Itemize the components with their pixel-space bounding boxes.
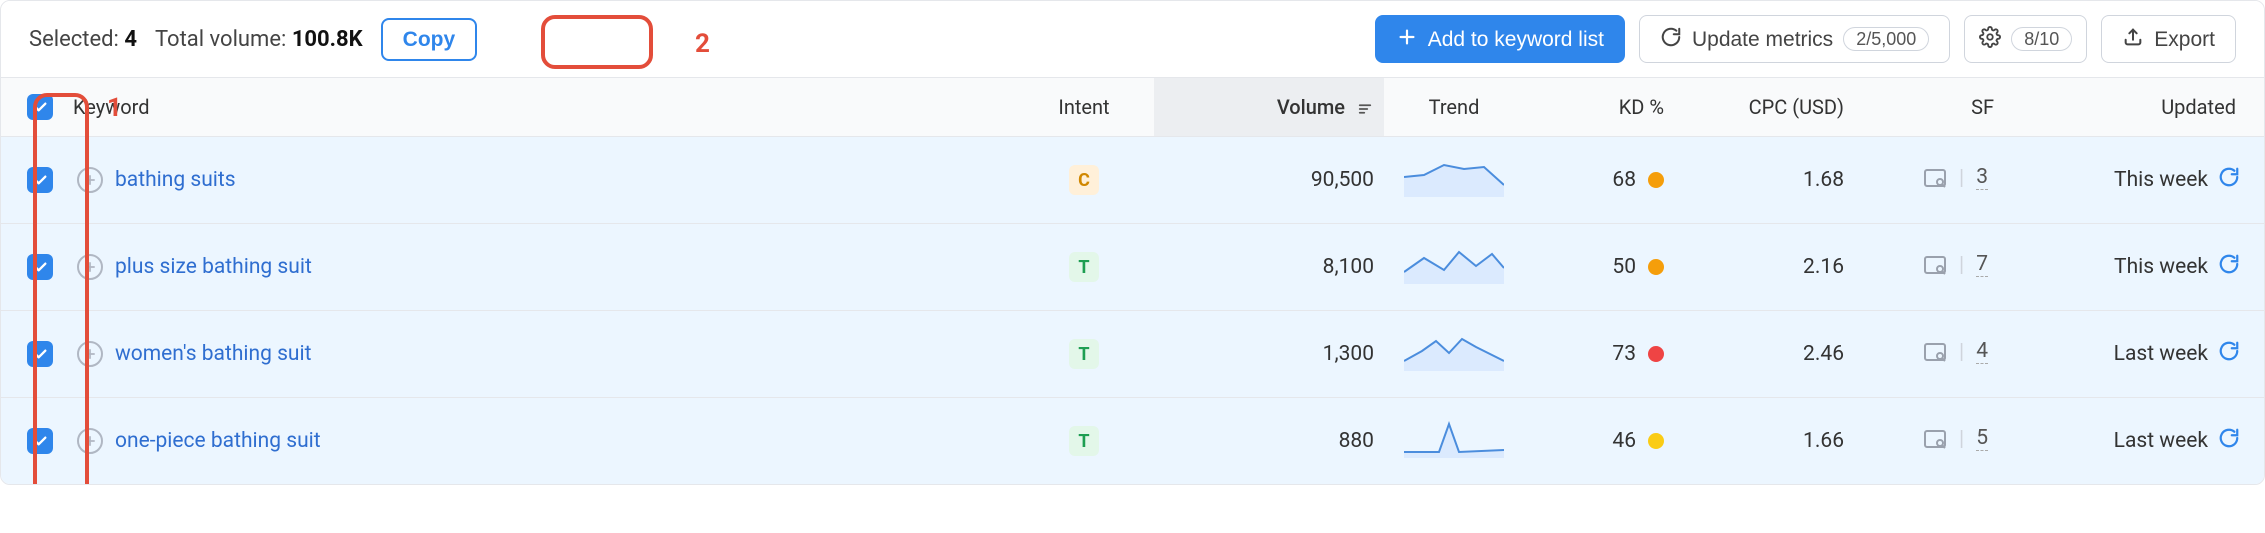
col-kd[interactable]: KD % [1524,78,1674,137]
col-check [1,78,63,137]
row-checkbox[interactable] [27,167,53,193]
export-label: Export [2154,29,2215,50]
col-cpc[interactable]: CPC (USD) [1674,78,1854,137]
updated-label: This week [2114,255,2208,279]
total-volume-label: Total volume: [155,27,286,52]
total-volume-value: 100.8K [292,27,363,52]
updated-label: This week [2114,168,2208,192]
updated-label: Last week [2114,429,2208,453]
update-counter: 2/5,000 [1843,27,1929,51]
kd-value: 68 [1612,168,1636,192]
kd-dot-icon [1648,433,1664,449]
intent-badge: C [1069,165,1099,195]
updated-label: Last week [2114,342,2208,366]
volume-summary: Total volume: 100.8K [155,27,363,52]
sf-value: 4 [1976,339,1988,364]
keyword-link[interactable]: one-piece bathing suit [115,429,321,453]
kd-dot-icon [1648,346,1664,362]
selected-summary: Selected: 4 [29,27,137,52]
kd-dot-icon [1648,172,1664,188]
kd-value: 46 [1612,429,1636,453]
col-volume[interactable]: Volume [1154,78,1384,137]
intent-badge: T [1069,339,1099,369]
col-intent[interactable]: Intent [1014,78,1154,137]
sf-value: 7 [1976,252,1988,277]
keyword-link[interactable]: bathing suits [115,168,236,192]
keyword-link[interactable]: plus size bathing suit [115,255,312,279]
row-checkbox[interactable] [27,341,53,367]
cpc-value: 2.46 [1674,311,1854,398]
cpc-value: 1.68 [1674,137,1854,224]
intent-badge: T [1069,426,1099,456]
volume-cell: 8,100 [1154,224,1384,311]
add-label: Add to keyword list [1428,29,1604,50]
table-header-row: Keyword Intent Volume Trend KD % CPC (US… [1,78,2264,137]
volume-cell: 90,500 [1154,137,1384,224]
cpc-value: 2.16 [1674,224,1854,311]
refresh-row-icon[interactable] [2218,253,2240,281]
table-row: plus size bathing suit T 8,100 50 2.16 [1,224,2264,311]
copy-button[interactable]: Copy [381,18,478,61]
serp-features-icon[interactable] [1923,428,1947,450]
select-all-checkbox[interactable] [27,94,53,120]
refresh-row-icon[interactable] [2218,340,2240,368]
export-button[interactable]: Export [2101,15,2236,63]
copy-label: Copy [403,29,456,50]
trend-sparkline [1404,331,1504,371]
expand-icon[interactable] [77,254,103,280]
intent-badge: T [1069,252,1099,282]
export-icon [2122,26,2144,52]
refresh-row-icon[interactable] [2218,427,2240,455]
selected-label: Selected: [29,27,119,52]
toolbar: Selected: 4 Total volume: 100.8K Copy Ad… [1,1,2264,78]
plus-icon [1396,26,1418,52]
expand-icon[interactable] [77,167,103,193]
refresh-row-icon[interactable] [2218,166,2240,194]
add-to-keyword-list-button[interactable]: Add to keyword list [1375,15,1625,63]
volume-cell: 880 [1154,398,1384,485]
trend-sparkline [1404,157,1504,197]
table-row: women's bathing suit T 1,300 73 2.46 [1,311,2264,398]
keyword-link[interactable]: women's bathing suit [115,342,312,366]
row-checkbox[interactable] [27,428,53,454]
update-metrics-button[interactable]: Update metrics 2/5,000 [1639,15,1950,63]
col-updated[interactable]: Updated [2004,78,2264,137]
sort-desc-icon [1356,100,1374,118]
refresh-icon [1660,26,1682,52]
row-checkbox[interactable] [27,254,53,280]
col-keyword[interactable]: Keyword [63,78,1014,137]
summary-group: Selected: 4 Total volume: 100.8K Copy [29,18,477,61]
settings-button[interactable]: 8/10 [1964,15,2087,63]
keywords-table: Keyword Intent Volume Trend KD % CPC (US… [1,78,2264,484]
serp-features-icon[interactable] [1923,167,1947,189]
col-volume-label: Volume [1277,95,1345,119]
update-label: Update metrics [1692,29,1833,50]
settings-counter: 8/10 [2011,27,2072,51]
gear-icon [1979,26,2001,52]
trend-sparkline [1404,244,1504,284]
sf-value: 5 [1976,426,1988,451]
expand-icon[interactable] [77,341,103,367]
volume-cell: 1,300 [1154,311,1384,398]
table-row: bathing suits C 90,500 68 1.68 | [1,137,2264,224]
cpc-value: 1.66 [1674,398,1854,485]
col-trend[interactable]: Trend [1384,78,1524,137]
table-row: one-piece bathing suit T 880 46 1.66 [1,398,2264,485]
trend-sparkline [1404,418,1504,458]
keyword-overview-panel: 1 2 Selected: 4 Total volume: 100.8K Cop… [0,0,2265,485]
serp-features-icon[interactable] [1923,254,1947,276]
kd-dot-icon [1648,259,1664,275]
kd-value: 73 [1612,342,1636,366]
kd-value: 50 [1612,255,1636,279]
serp-features-icon[interactable] [1923,341,1947,363]
expand-icon[interactable] [77,428,103,454]
sf-value: 3 [1976,165,1988,190]
selected-count: 4 [124,27,137,52]
col-sf[interactable]: SF [1854,78,2004,137]
